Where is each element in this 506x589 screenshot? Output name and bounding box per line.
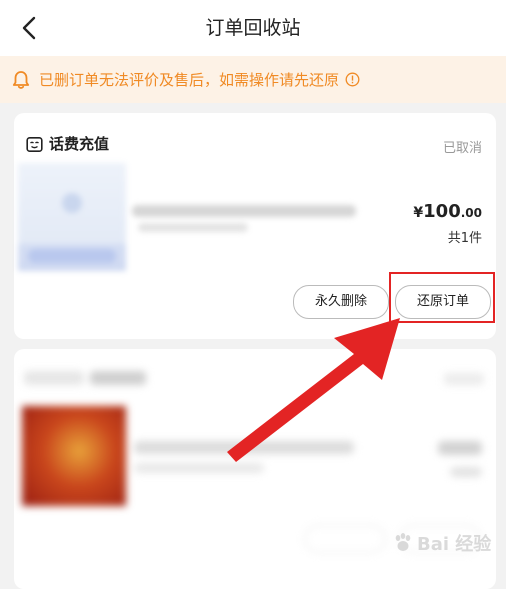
- product-image[interactable]: [18, 163, 126, 271]
- notice-text: 已删订单无法评价及售后，如需操作请先还原: [39, 71, 340, 89]
- product-image[interactable]: [22, 406, 126, 506]
- bell-icon: [12, 70, 30, 90]
- product-subtitle: [138, 223, 248, 232]
- order-price: ¥100.00: [413, 201, 482, 222]
- shop-name[interactable]: 话费充值: [49, 133, 109, 154]
- price-decimal: .00: [460, 206, 482, 220]
- order-quantity: 共1件: [447, 231, 482, 246]
- delete-permanently-button[interactable]: 永久删除: [293, 285, 389, 319]
- back-button[interactable]: [14, 12, 44, 44]
- order-card[interactable]: 话费充值 已取消 ¥100.00 共1件 永久删除 还原订单: [14, 113, 496, 339]
- price-currency: ¥: [413, 205, 424, 221]
- info-circle-icon[interactable]: [345, 72, 360, 87]
- order-card-blurred[interactable]: [14, 349, 496, 589]
- chevron-left-icon: [22, 16, 36, 40]
- notice-banner: 已删订单无法评价及售后，如需操作请先还原: [0, 56, 506, 103]
- product-title[interactable]: [132, 205, 356, 217]
- page-title: 订单回收站: [205, 17, 301, 39]
- store-icon: [26, 136, 43, 153]
- order-status: 已取消: [442, 141, 482, 156]
- price-integer: 100: [423, 201, 461, 222]
- restore-order-button[interactable]: 还原订单: [395, 285, 491, 319]
- header-bar: 订单回收站: [0, 0, 506, 56]
